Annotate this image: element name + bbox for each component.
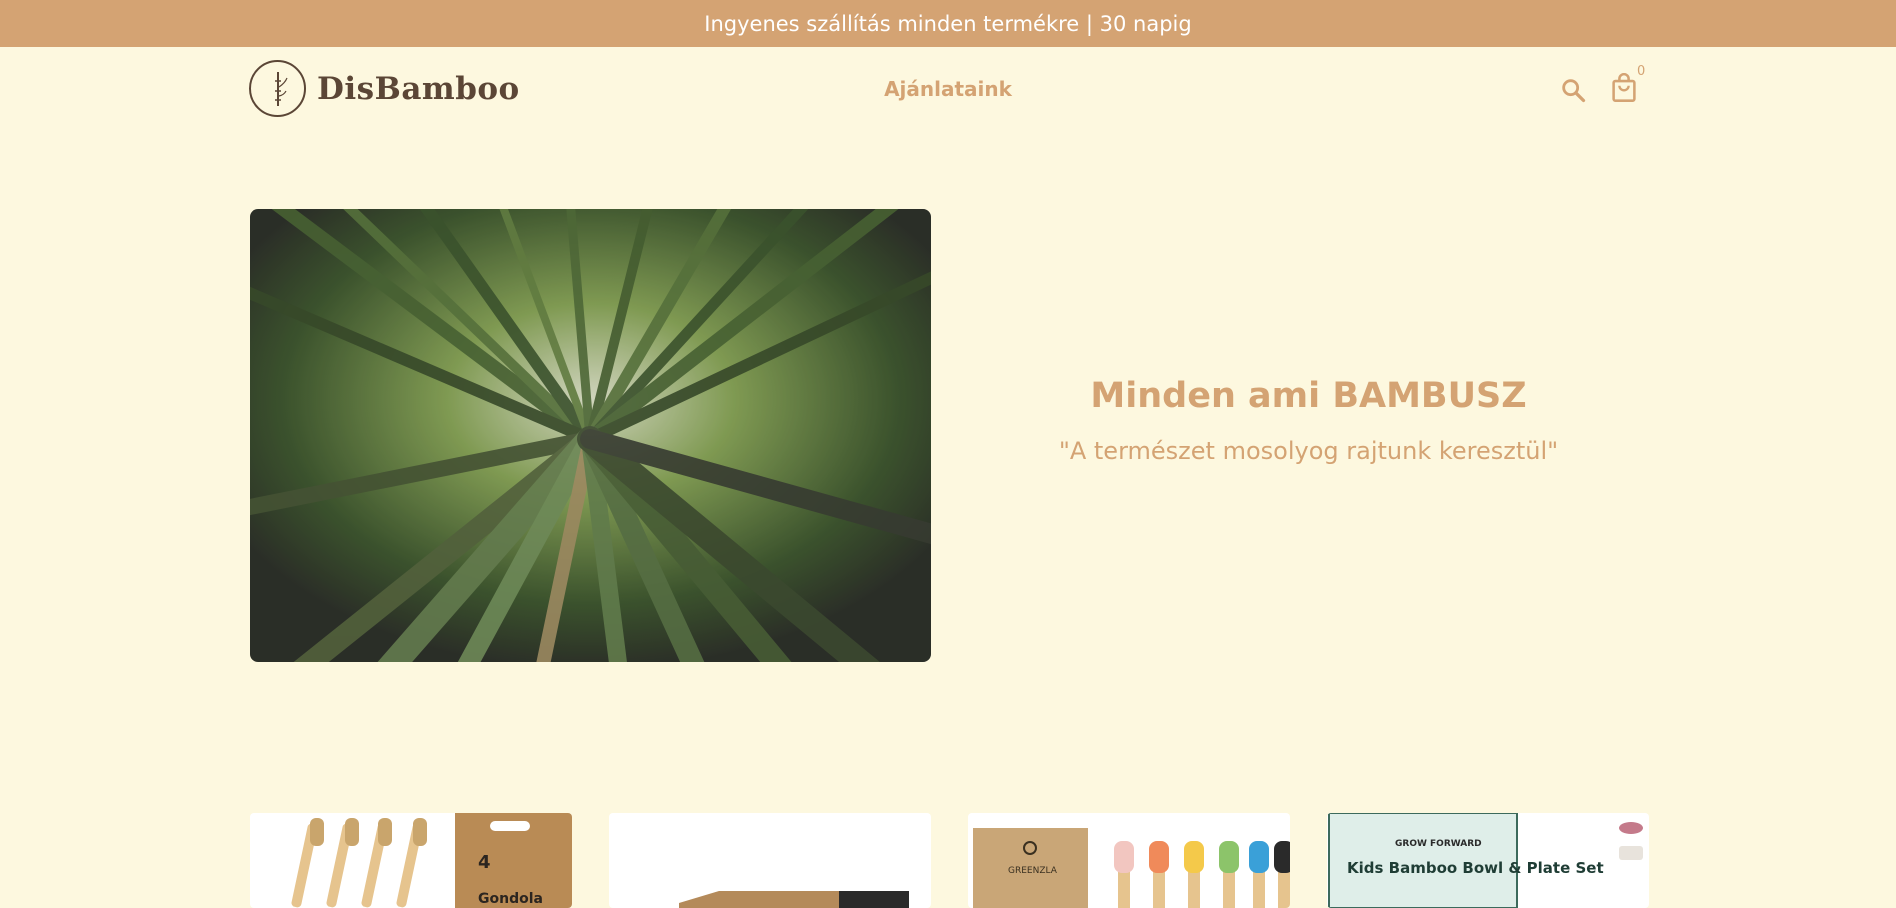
product-box-text: GREENZLA <box>1008 866 1058 876</box>
product-card[interactable] <box>609 813 931 908</box>
logo-text: DisBamboo <box>317 70 520 107</box>
hero-title: Minden ami BAMBUSZ <box>1090 376 1527 416</box>
product-card[interactable]: GROW FORWARD Kids Bamboo Bowl & Plate Se… <box>1327 813 1649 908</box>
announcement-text: Ingyenes szállítás minden termékre | 30 … <box>704 11 1192 36</box>
product-card[interactable]: GREENZLA <box>968 813 1290 908</box>
search-button[interactable] <box>1557 74 1589 106</box>
announcement-bar: Ingyenes szállítás minden termékre | 30 … <box>0 0 1896 47</box>
hero-subtitle: "A természet mosolyog rajtunk keresztül" <box>1058 437 1559 465</box>
product-box-text: Kids Bamboo Bowl & Plate Set <box>1347 859 1604 877</box>
product-image: GREENZLA <box>973 828 1290 908</box>
product-image: GROW FORWARD Kids Bamboo Bowl & Plate Se… <box>1328 813 1643 908</box>
shopping-bag-icon <box>1612 73 1636 102</box>
product-image: 4 Gondola <box>291 813 572 908</box>
product-box-text: Gondola <box>478 891 543 907</box>
cart-button[interactable] <box>1608 72 1640 104</box>
product-brand-text: GROW FORWARD <box>1395 839 1482 849</box>
product-image <box>679 891 909 908</box>
product-card[interactable]: 4 Gondola <box>250 813 572 908</box>
pack-number: 4 <box>478 852 491 873</box>
cart-count-badge: 0 <box>1637 64 1646 79</box>
hero-image <box>250 209 931 662</box>
nav-link-offers[interactable]: Ajánlataink <box>884 77 1012 101</box>
search-icon <box>1562 79 1586 103</box>
logo[interactable]: DisBamboo <box>249 60 520 117</box>
bamboo-logo-icon <box>249 60 306 117</box>
